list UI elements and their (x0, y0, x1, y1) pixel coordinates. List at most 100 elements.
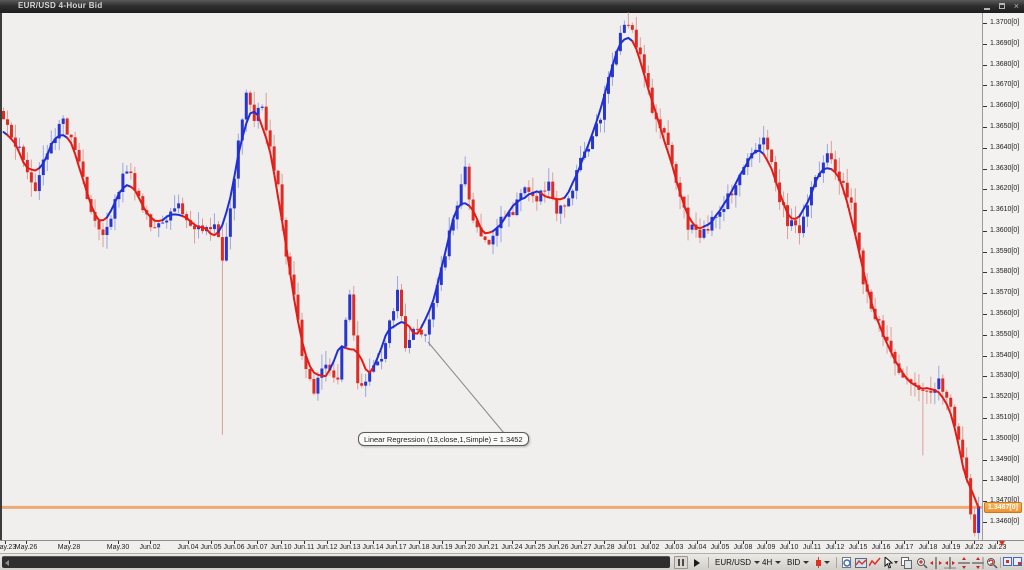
date-axis[interactable]: May.23May.26May.28May.30Jun.02Jun.04Jun.… (0, 540, 1024, 553)
close-button[interactable]: × (1014, 2, 1019, 11)
chart-type-button[interactable] (854, 556, 868, 569)
date-tick-label: Jun.10 (270, 544, 291, 551)
price-axis-label: 1.3610[0] (990, 206, 1019, 213)
date-tick-label: Jun.19 (431, 544, 452, 551)
price-chart[interactable] (2, 13, 982, 540)
price-axis-tick (983, 106, 987, 107)
date-tick-label: Jun.06 (223, 544, 244, 551)
price-axis-tick (983, 44, 987, 45)
date-tick-label: Jun.21 (477, 544, 498, 551)
zoom-vertical-button[interactable] (943, 556, 957, 569)
tile-icon (1018, 562, 1021, 565)
zoom-in-button[interactable] (915, 556, 929, 569)
price-axis-label: 1.3460[0] (990, 518, 1019, 525)
expand-horizontal-button[interactable] (957, 556, 971, 569)
maximize-button[interactable] (999, 2, 1005, 11)
price-axis-tick (983, 314, 987, 315)
zoom-horizontal-button[interactable] (929, 556, 943, 569)
price-axis-label: 1.3560[0] (990, 310, 1019, 317)
price-type-dropdown[interactable]: BID (787, 556, 809, 569)
expand-vertical-icon (972, 557, 984, 569)
date-tick-label: May.23 (0, 544, 16, 551)
date-tick-label: Jul.10 (780, 544, 799, 551)
duplicate-button[interactable] (900, 556, 914, 569)
minimize-button[interactable] (984, 2, 990, 11)
chevron-down-icon (775, 561, 781, 564)
price-axis-tick (983, 210, 987, 211)
date-tick-label: May.26 (15, 544, 37, 551)
tile-window-button-2[interactable] (1013, 557, 1022, 566)
toolbar-separator (708, 557, 709, 568)
bar-style-dropdown[interactable] (816, 556, 830, 569)
price-axis-tick (983, 65, 987, 66)
minimize-icon (984, 8, 990, 10)
price-axis-label: 1.3480[0] (990, 476, 1019, 483)
price-axis[interactable]: 1.3700[0]1.3690[0]1.3680[0]1.3670[0]1.36… (982, 13, 1024, 540)
expand-vertical-button[interactable] (971, 556, 985, 569)
date-tick-label: Jun.05 (200, 544, 221, 551)
date-tick-label: Jun.27 (570, 544, 591, 551)
date-tick-label: Jun.04 (177, 544, 198, 551)
date-tick-label: Jun.20 (454, 544, 475, 551)
zoom-in-icon (916, 557, 928, 569)
cursor-icon (883, 557, 898, 569)
current-price-tag: 1.3467[0] (984, 502, 1022, 513)
title-bar[interactable]: EUR/USD 4-Hour Bid × (0, 0, 1024, 13)
tile-window-button-1[interactable] (1003, 557, 1012, 566)
date-tick-label: Jun.24 (501, 544, 522, 551)
price-axis-tick (983, 85, 987, 86)
pause-button[interactable] (674, 556, 688, 569)
candle-icon (816, 557, 821, 568)
price-axis-tick (983, 397, 987, 398)
window-title: EUR/USD 4-Hour Bid (18, 1, 103, 10)
price-axis-tick (983, 460, 987, 461)
date-tick-label: Jun.02 (139, 544, 160, 551)
zoom-vertical-icon (944, 557, 956, 569)
price-axis-label: 1.3500[0] (990, 435, 1019, 442)
cursor-tool-button[interactable] (882, 556, 899, 569)
line-chart-button[interactable] (868, 556, 882, 569)
play-button[interactable] (690, 556, 704, 569)
scrollbar-left-arrow-icon[interactable] (5, 560, 9, 566)
date-tick-label: Jun.28 (593, 544, 614, 551)
toolbar-separator (836, 557, 837, 568)
date-tick-label: Jun.26 (547, 544, 568, 551)
symbol-dropdown[interactable]: EUR/USD (715, 556, 760, 569)
price-axis-label: 1.3680[0] (990, 61, 1019, 68)
price-axis-tick (983, 189, 987, 190)
price-axis-tick (983, 356, 987, 357)
date-tick-label: Jul.03 (665, 544, 684, 551)
price-axis-tick (983, 23, 987, 24)
date-tick-label: Jul.12 (826, 544, 845, 551)
price-axis-label: 1.3530[0] (990, 372, 1019, 379)
date-tick-label: Jul.19 (942, 544, 961, 551)
pause-icon (678, 559, 680, 566)
price-axis-tick (983, 272, 987, 273)
date-tick-label: Jul.15 (849, 544, 868, 551)
chevron-down-icon (824, 561, 830, 564)
timeframe-dropdown[interactable]: 4H (762, 556, 781, 569)
chart-type-icon (855, 557, 867, 569)
date-tick-label: Jun.11 (294, 544, 315, 551)
date-tick-label: Jul.02 (641, 544, 660, 551)
date-tick-label: Jul.01 (618, 544, 637, 551)
price-axis-label: 1.3660[0] (990, 102, 1019, 109)
chart-scrollbar[interactable] (2, 556, 670, 568)
price-axis-tick (983, 169, 987, 170)
price-axis-label: 1.3700[0] (990, 19, 1019, 26)
timeframe-dropdown-label: 4H (762, 558, 772, 567)
date-tick-label: Jun.17 (385, 544, 406, 551)
chevron-down-icon (803, 561, 809, 564)
price-axis-tick (983, 127, 987, 128)
price-axis-tick (983, 335, 987, 336)
price-axis-label: 1.3640[0] (990, 144, 1019, 151)
date-tick-label: Jul.04 (688, 544, 707, 551)
price-axis-tick (983, 293, 987, 294)
zoom-reset-button[interactable] (985, 556, 999, 569)
zoom-page-button[interactable] (840, 556, 854, 569)
tile-icon (1006, 560, 1009, 563)
price-axis-tick (983, 148, 987, 149)
price-axis-label: 1.3510[0] (990, 414, 1019, 421)
zoom-page-icon (841, 557, 853, 569)
date-tick-label: Jul.05 (711, 544, 730, 551)
